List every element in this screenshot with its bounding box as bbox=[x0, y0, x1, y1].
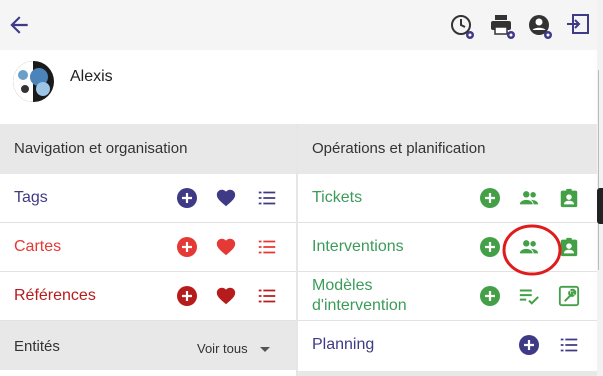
add-circle-icon[interactable] bbox=[176, 187, 198, 209]
add-circle-icon[interactable] bbox=[479, 236, 501, 258]
avatar[interactable] bbox=[13, 61, 54, 102]
row-label-line2: d'intervention bbox=[312, 297, 407, 314]
clock-settings-icon[interactable] bbox=[449, 13, 477, 41]
row-label: Cartes bbox=[14, 238, 62, 255]
people-icon[interactable] bbox=[518, 187, 540, 209]
add-circle-icon[interactable] bbox=[176, 285, 198, 307]
list-item-tickets[interactable]: Tickets bbox=[298, 174, 597, 223]
profile-section bbox=[0, 50, 597, 124]
heart-icon[interactable] bbox=[215, 187, 237, 209]
user-settings-icon[interactable] bbox=[527, 13, 555, 41]
arrow-left-icon[interactable] bbox=[6, 12, 32, 38]
panel-title: Opérations et planification bbox=[298, 124, 597, 174]
add-circle-icon[interactable] bbox=[176, 236, 198, 258]
list-icon[interactable] bbox=[256, 187, 278, 209]
badge-icon[interactable] bbox=[558, 187, 580, 209]
entities-title: Entités bbox=[14, 338, 60, 355]
entities-header: Entités Voir tous bbox=[0, 321, 296, 370]
edge-shape bbox=[597, 188, 603, 224]
list-item-tags[interactable]: Tags bbox=[0, 174, 296, 223]
list-item-references[interactable]: Références bbox=[0, 272, 296, 321]
edge-line bbox=[598, 70, 602, 270]
row-label: Tickets bbox=[312, 189, 363, 206]
see-all-dropdown[interactable]: Voir tous bbox=[197, 341, 248, 356]
list-item-cartes[interactable]: Cartes bbox=[0, 223, 296, 272]
printer-settings-icon[interactable] bbox=[489, 13, 517, 41]
list-icon[interactable] bbox=[256, 285, 278, 307]
add-circle-icon[interactable] bbox=[479, 187, 501, 209]
user-name: Alexis bbox=[70, 68, 113, 85]
add-circle-icon[interactable] bbox=[518, 334, 540, 356]
checklist-icon[interactable] bbox=[518, 285, 540, 307]
row-label: Planning bbox=[312, 336, 375, 353]
top-bar bbox=[0, 0, 597, 50]
highlight-circle bbox=[502, 224, 562, 276]
list-icon[interactable] bbox=[558, 334, 580, 356]
panel-title: Navigation et organisation bbox=[0, 124, 296, 174]
navigation-panel: Navigation et organisation Tags Cartes R… bbox=[0, 124, 296, 376]
list-icon[interactable] bbox=[256, 236, 278, 258]
row-label-line1: Modèles bbox=[312, 277, 373, 294]
heart-icon[interactable] bbox=[215, 285, 237, 307]
wrench-icon[interactable] bbox=[558, 285, 580, 307]
list-item-planning[interactable]: Planning bbox=[298, 321, 597, 370]
app-window: Alexis Navigation et organisation Tags C… bbox=[0, 0, 597, 376]
heart-icon[interactable] bbox=[215, 236, 237, 258]
bottom-bar bbox=[298, 371, 597, 376]
row-label: Références bbox=[14, 287, 96, 304]
row-label: Interventions bbox=[312, 238, 404, 255]
row-label: Tags bbox=[14, 189, 48, 206]
window-edge bbox=[597, 0, 603, 376]
chevron-down-icon[interactable] bbox=[260, 347, 270, 352]
add-circle-icon[interactable] bbox=[479, 285, 501, 307]
exit-icon[interactable] bbox=[565, 12, 593, 40]
